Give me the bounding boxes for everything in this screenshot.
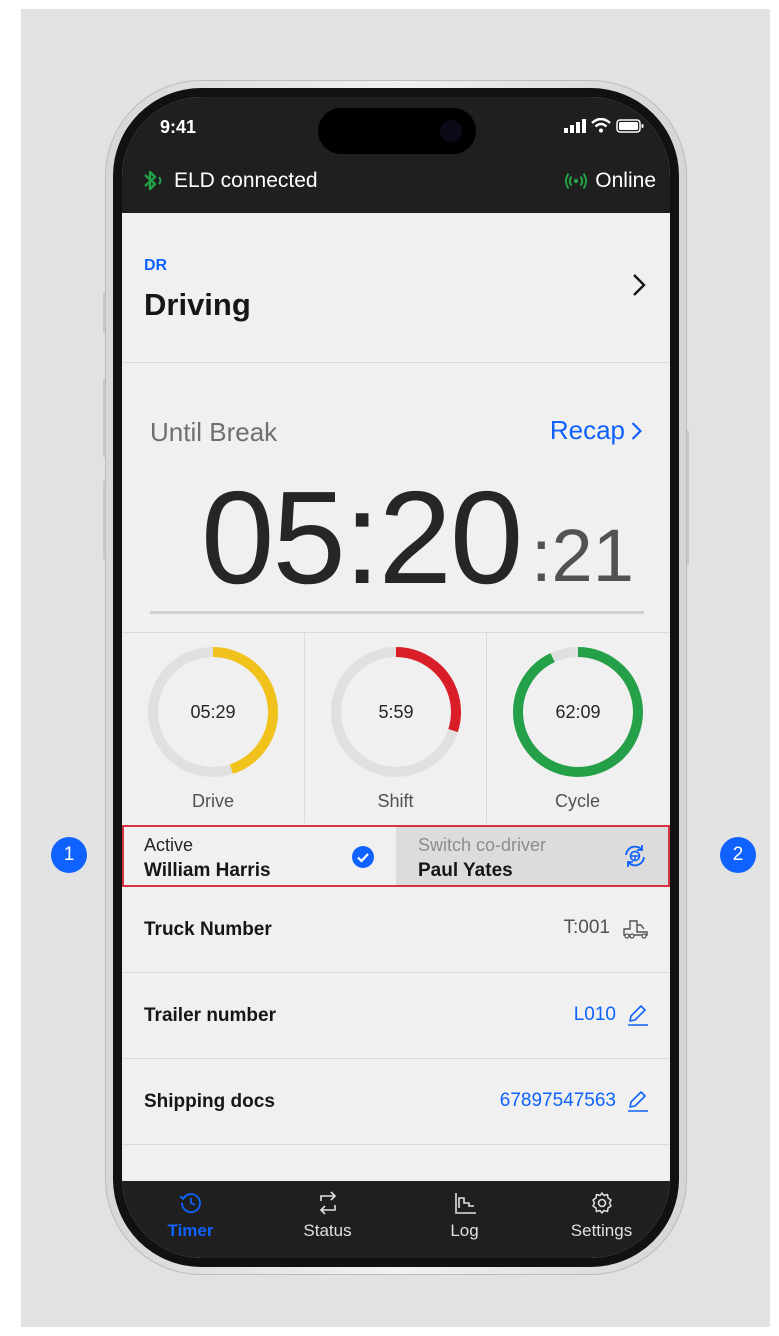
gear-icon	[591, 1192, 612, 1214]
truck-number-row: Truck Number T:001	[122, 887, 670, 973]
annotation-badge-1: 1	[51, 837, 87, 873]
timer-divider	[150, 611, 644, 614]
truck-number-label: Truck Number	[144, 919, 272, 940]
tab-label: Timer	[167, 1221, 214, 1240]
bottom-tab-bar: Timer Status Log Settings	[122, 1181, 670, 1258]
tab-label: Status	[303, 1221, 352, 1240]
online-signal-icon	[565, 172, 588, 190]
tab-log[interactable]: Log	[396, 1181, 533, 1258]
pencil-icon	[628, 1005, 648, 1026]
log-chart-icon	[454, 1193, 476, 1214]
gauge-label: Drive	[191, 791, 234, 811]
status-bar: 9:41 ELD connected Online	[122, 97, 670, 213]
trailer-number-row: Trailer number L010	[122, 973, 670, 1059]
signal-icon	[564, 118, 586, 133]
gauge-label: Cycle	[554, 791, 600, 811]
gauge-value: 62:09	[555, 701, 601, 722]
gauge-drive: 05:29 Drive	[122, 633, 304, 823]
network-status: Online	[565, 169, 656, 193]
bluetooth-icon	[144, 170, 162, 191]
trailer-number-label: Trailer number	[144, 1005, 276, 1026]
tab-settings[interactable]: Settings	[533, 1181, 670, 1258]
shipping-docs-label: Shipping docs	[144, 1091, 275, 1112]
truck-number-text: T:001	[563, 917, 610, 938]
phone-screen: 9:41 ELD connected Online DR Driving Unt…	[122, 97, 670, 1258]
wifi-icon	[591, 118, 611, 133]
tab-label: Log	[450, 1221, 479, 1240]
duty-status-label: Driving	[144, 287, 251, 322]
timer-label: Until Break	[150, 417, 278, 447]
gauge-value: 5:59	[378, 701, 414, 722]
shipping-docs-text: 67897547563	[499, 1090, 616, 1111]
network-status-label: Online	[595, 169, 656, 192]
eld-status-label: ELD connected	[174, 169, 318, 192]
gauges-row: 05:29 Drive 5:59 Shift 62:09 Cycle	[122, 632, 670, 823]
gauge-shift: 5:59 Shift	[304, 633, 486, 823]
shipping-docs-edit[interactable]: 67897547563	[500, 1089, 650, 1113]
annotation-badge-2: 2	[720, 837, 756, 873]
shipping-docs-row: Shipping docs 67897547563	[122, 1059, 670, 1145]
tab-status[interactable]: Status	[259, 1181, 396, 1258]
chevron-right-icon	[631, 421, 642, 440]
timer-main: 05:20	[201, 464, 523, 611]
timer-seconds: :21	[531, 514, 634, 597]
gauge-cycle: 62:09 Cycle	[486, 633, 668, 823]
recap-label: Recap	[549, 415, 625, 445]
trailer-number-text: L010	[573, 1004, 616, 1025]
eld-status: ELD connected	[140, 169, 318, 193]
duty-status-row[interactable]: DR Driving	[122, 213, 670, 363]
truck-number-value: T:001	[564, 917, 650, 939]
chevron-right-icon	[633, 274, 646, 296]
swap-arrows-icon	[319, 1191, 336, 1215]
tab-label: Settings	[570, 1221, 633, 1240]
camera	[440, 120, 462, 142]
gauge-label: Shift	[377, 791, 414, 811]
timer-icon	[178, 1193, 201, 1213]
clock: 9:41	[160, 117, 197, 137]
pencil-icon	[628, 1091, 648, 1112]
system-icons	[564, 118, 644, 133]
truck-icon	[623, 920, 648, 939]
recap-link[interactable]: Recap	[550, 415, 642, 446]
driver-row-highlight	[122, 825, 670, 887]
gauge-value: 05:29	[190, 701, 236, 722]
battery-icon	[616, 118, 644, 133]
trailer-number-edit[interactable]: L010	[574, 1003, 650, 1027]
tab-timer[interactable]: Timer	[122, 1181, 259, 1258]
duty-status-code: DR	[144, 257, 168, 274]
